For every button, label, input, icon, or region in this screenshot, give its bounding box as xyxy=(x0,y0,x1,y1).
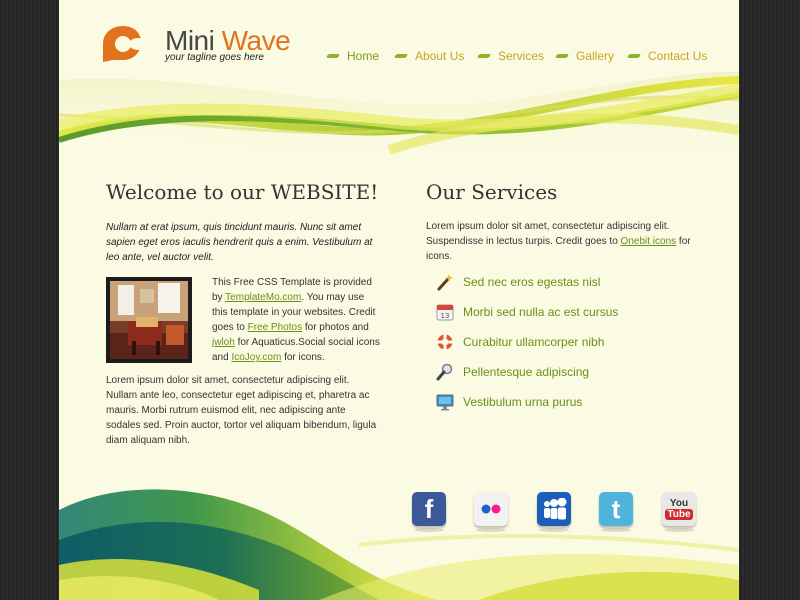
nav-bullet-icon xyxy=(554,54,570,58)
onebit-icons-link[interactable]: Onebit icons xyxy=(621,236,677,247)
room-photo-image xyxy=(110,281,188,359)
nav-label: About Us xyxy=(415,49,465,63)
service-item[interactable]: Pellentesque adipiscing xyxy=(436,361,589,383)
monitor-icon xyxy=(436,394,454,411)
room-photo xyxy=(106,277,192,363)
service-label: Vestibulum urna purus xyxy=(463,395,583,409)
calendar-icon: 13 xyxy=(436,304,454,321)
flickr-icon xyxy=(481,504,501,514)
services-heading: Our Services xyxy=(426,180,558,204)
welcome-body-text: Lorem ipsum dolor sit amet, consectetur … xyxy=(106,375,377,446)
template-credit-text: This Free CSS Template is provided by Te… xyxy=(212,275,382,365)
welcome-heading: Welcome to our WEBSITE! xyxy=(106,180,379,204)
nav-bullet-icon xyxy=(325,54,341,58)
nav-item-contact-us[interactable]: Contact Us xyxy=(626,48,708,64)
calendar-icon-date: 13 xyxy=(441,312,450,320)
free-photos-link[interactable]: Free Photos xyxy=(248,322,302,333)
service-item[interactable]: 13 Morbi sed nulla ac est cursus xyxy=(436,301,618,323)
service-label: Sed nec eros egestas nisl xyxy=(463,275,601,289)
logo-icon[interactable] xyxy=(99,22,149,66)
myspace-link[interactable] xyxy=(537,492,571,532)
service-label: Morbi sed nulla ac est cursus xyxy=(463,305,619,319)
nav-item-about-us[interactable]: About Us xyxy=(393,48,465,64)
templatemo-link[interactable]: TemplateMo.com xyxy=(225,292,301,303)
nav-label: Gallery xyxy=(576,49,615,63)
nav-item-gallery[interactable]: Gallery xyxy=(554,48,615,64)
welcome-intro: Nullam at erat ipsum, quis tincidunt mau… xyxy=(106,222,373,263)
icojoy-link[interactable]: IcoJoy.com xyxy=(231,352,281,363)
nav-item-home[interactable]: Home xyxy=(325,48,380,64)
youtube-link[interactable]: You Tube xyxy=(662,492,696,532)
twitter-link[interactable]: t xyxy=(599,492,633,532)
nav-bullet-icon xyxy=(626,54,642,58)
nav-bullet-icon xyxy=(476,54,492,58)
credit-text-3: for photos and xyxy=(302,322,369,333)
footer-wave-graphic xyxy=(59,489,739,600)
nav-item-services[interactable]: Services xyxy=(476,48,545,64)
flickr-link[interactable] xyxy=(474,492,508,532)
facebook-link[interactable]: f xyxy=(412,492,446,532)
service-item[interactable]: Curabitur ullamcorper nibh xyxy=(436,331,604,353)
twitter-icon: t xyxy=(611,493,621,524)
nav-label: Home xyxy=(347,49,380,63)
youtube-icon-you: You xyxy=(669,498,689,509)
nav-label: Services xyxy=(498,49,545,63)
youtube-icon: Tube xyxy=(665,509,693,520)
service-item[interactable]: Sed nec eros egestas nisl xyxy=(436,271,600,293)
lifebuoy-icon xyxy=(437,334,453,350)
service-label: Pellentesque adipiscing xyxy=(463,365,590,379)
credit-text-5: for icons. xyxy=(281,352,325,363)
header-wave-graphic xyxy=(59,71,739,172)
services-intro: Lorem ipsum dolor sit amet, consectetur … xyxy=(426,219,716,264)
nav-bullet-icon xyxy=(393,54,409,58)
page-container: Mini Wave your tagline goes here Home Ab… xyxy=(59,0,739,600)
nav-label: Contact Us xyxy=(648,49,708,63)
magnifier-icon xyxy=(436,363,453,381)
magic-wand-icon xyxy=(437,274,453,291)
facebook-icon: f xyxy=(424,493,434,524)
service-item[interactable]: Vestibulum urna purus xyxy=(436,391,582,413)
myspace-icon xyxy=(544,498,567,520)
service-label: Curabitur ullamcorper nibh xyxy=(463,335,605,349)
site-tagline: your tagline goes here xyxy=(165,52,264,63)
jwloh-link[interactable]: jwloh xyxy=(212,337,235,348)
